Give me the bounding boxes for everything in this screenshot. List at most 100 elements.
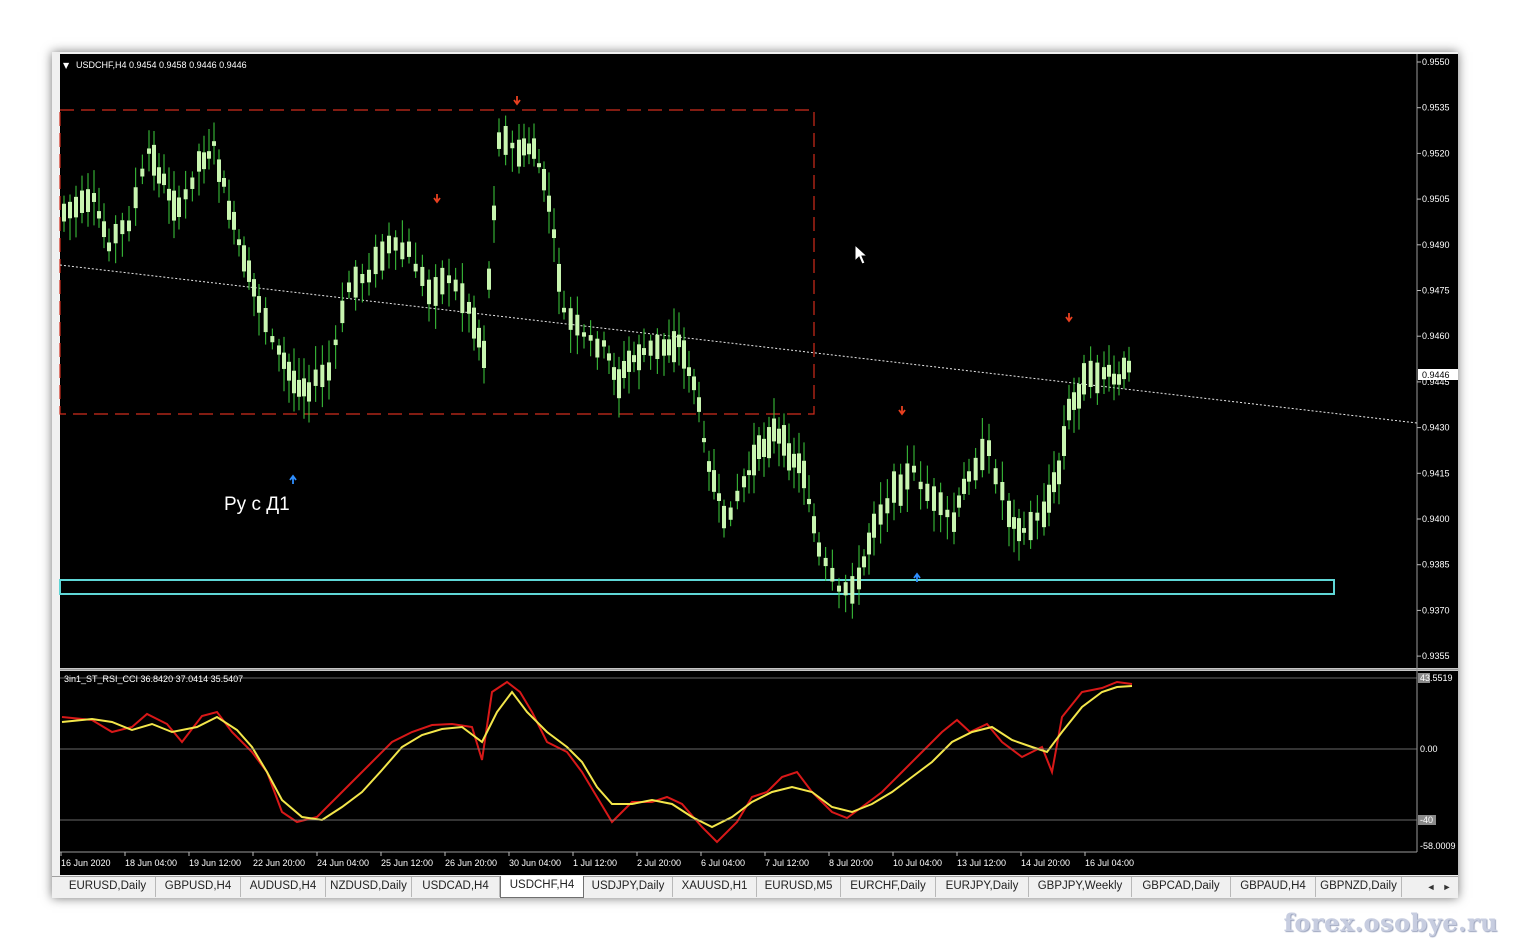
candle-body [302, 378, 306, 397]
indicator-background[interactable] [60, 671, 1417, 852]
candle-body [74, 196, 78, 218]
candle-body [850, 576, 855, 604]
candle-body [782, 425, 786, 456]
chart-tab-gbpusd-h4[interactable]: GBPUSD,H4 [156, 877, 241, 897]
chart-tab-eurusd-daily[interactable]: EURUSD,Daily [60, 877, 156, 897]
candle-body [1057, 460, 1061, 485]
candle-body [80, 190, 84, 213]
chart-tab-eurjpy-daily[interactable]: EURJPY,Daily [936, 877, 1029, 897]
candle-body [133, 187, 138, 209]
chart-tab-gbpjpy-weekly[interactable]: GBPJPY,Weekly [1029, 877, 1132, 897]
candle-body [797, 453, 801, 474]
candle-body [728, 507, 733, 520]
candle-body [905, 463, 910, 490]
candle-body [282, 352, 286, 369]
chart-tab-audusd-h4[interactable]: AUDUSD,H4 [241, 877, 326, 897]
candle-body [697, 397, 701, 412]
time-label: 25 Jun 12:00 [381, 858, 433, 868]
candle-body [380, 241, 385, 271]
candle-body [503, 126, 508, 155]
chart-tab-nzdusd-daily[interactable]: NZDUSD,Daily [326, 877, 412, 897]
candle-body [802, 460, 806, 489]
candle-body [1047, 484, 1051, 513]
candle-body [980, 438, 985, 471]
candle-body [1112, 373, 1116, 385]
candle-body [862, 556, 866, 568]
candle-body [222, 178, 226, 187]
candle-body [102, 221, 106, 238]
chart-tab-usdchf-h4[interactable]: USDCHF,H4 [500, 876, 584, 898]
time-label: 19 Jun 12:00 [189, 858, 241, 868]
chart-tab-gbpcad-daily[interactable]: GBPCAD,Daily [1132, 877, 1231, 897]
candle-body [967, 471, 971, 482]
chart-tab-eurusd-m5[interactable]: EURUSD,M5 [757, 877, 841, 897]
candle-body [190, 177, 195, 189]
candle-body [420, 266, 425, 286]
chart-tab-eurchf-daily[interactable]: EURCHF,Daily [841, 877, 936, 897]
candle-body [167, 188, 171, 201]
candle-body [622, 361, 626, 379]
candle-body [172, 190, 176, 221]
candle-body [237, 239, 241, 246]
time-label: 14 Jul 20:00 [1021, 858, 1070, 868]
candle-body [1072, 392, 1076, 410]
chart-tab-usdjpy-daily[interactable]: USDJPY,Daily [584, 877, 673, 897]
candle-body [1042, 501, 1046, 528]
candle-body [687, 367, 691, 377]
candle-body [1082, 363, 1086, 395]
candle-body [197, 151, 201, 172]
candle-body [527, 143, 531, 155]
price-label: 0.9550 [1422, 57, 1450, 67]
candle-body [817, 542, 821, 557]
candle-body [407, 241, 411, 257]
candle-body [1012, 517, 1016, 529]
chart-annotation[interactable]: Ру с Д1 [224, 494, 290, 515]
chart-tab-gbpnzd-daily[interactable]: GBPNZD,Daily [1316, 877, 1402, 897]
price-label: 0.9460 [1422, 331, 1450, 341]
candle-body [667, 339, 671, 356]
candle-body [277, 345, 281, 355]
candle-body [1017, 518, 1021, 542]
current-price-label: 0.9446 [1422, 370, 1450, 380]
candle-body [413, 263, 418, 272]
tab-scroll-right-icon[interactable]: ► [1440, 879, 1454, 895]
candle-body [792, 453, 796, 468]
candle-body [440, 267, 445, 295]
candle-body [333, 339, 338, 346]
price-scale[interactable] [1417, 54, 1458, 668]
candle-body [152, 144, 156, 176]
candle-body [1117, 374, 1121, 385]
chart-tab-gbpaud-h4[interactable]: GBPAUD,H4 [1231, 877, 1316, 897]
candle-body [562, 307, 566, 313]
candle-body [617, 369, 621, 399]
time-label: 13 Jul 12:00 [957, 858, 1006, 868]
price-label: 0.9430 [1422, 423, 1450, 433]
candle-body [537, 163, 541, 168]
candle-body [772, 418, 776, 442]
candle-body [140, 168, 145, 177]
candle-body [830, 567, 835, 582]
candle-body [62, 203, 66, 222]
candle-body [552, 229, 556, 239]
indicator-scale-label: -40 [1420, 815, 1433, 825]
chart-tab-usdcad-h4[interactable]: USDCAD,H4 [412, 877, 500, 897]
candle-body [447, 275, 451, 284]
candle-body [1095, 362, 1100, 394]
chart-tab-xauusd-h1[interactable]: XAUUSD,H1 [673, 877, 757, 897]
indicator-header: 3in1_ST_RSI_CCI 36.8420 37.0414 35.5407 [64, 674, 243, 684]
candle-body [532, 138, 536, 159]
main-chart-background[interactable] [60, 54, 1417, 668]
chart-area[interactable]: ▼ USDCHF,H4 0.9454 0.9458 0.9446 0.9446 … [52, 52, 1458, 876]
candle-body [92, 193, 96, 202]
candle-body [1022, 528, 1026, 533]
candle-body [297, 379, 301, 397]
candle-body [162, 173, 166, 186]
candle-body [857, 567, 861, 590]
symbol-header: USDCHF,H4 0.9454 0.9458 0.9446 0.9446 [76, 60, 247, 70]
terminal-window: ▼ USDCHF,H4 0.9454 0.9458 0.9446 0.9446 … [52, 52, 1458, 898]
dropdown-triangle-icon[interactable]: ▼ [63, 61, 70, 70]
candle-body [702, 438, 706, 443]
candle-body [987, 440, 991, 457]
candle-body [367, 269, 371, 283]
tab-scroll-left-icon[interactable]: ◄ [1424, 879, 1438, 895]
